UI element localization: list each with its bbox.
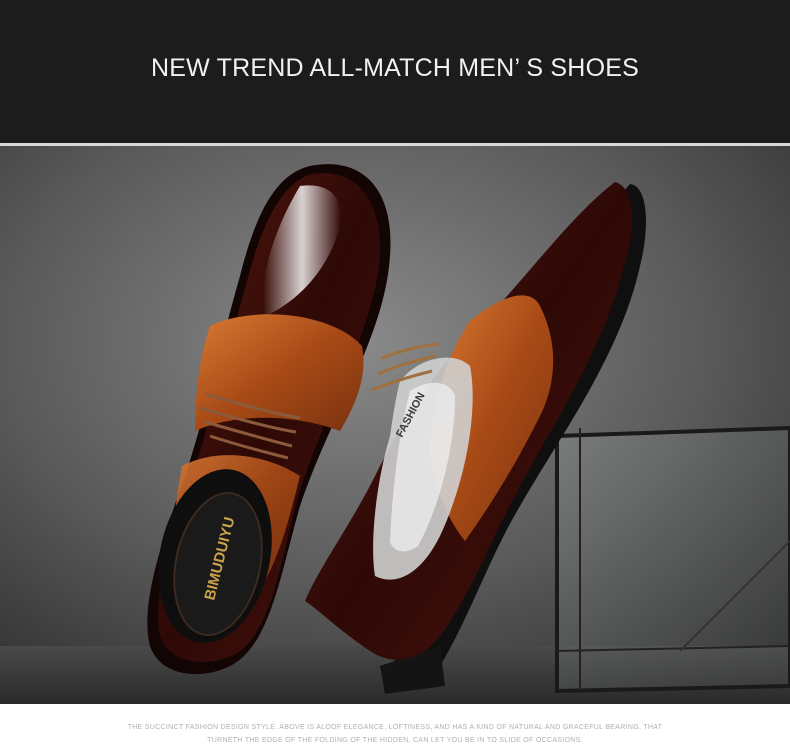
banner-title: NEW TREND ALL-MATCH MEN’ S SHOES xyxy=(151,54,639,82)
product-photo: BIMUDUIYU FASHION xyxy=(0,146,790,704)
caption-line-1: THE SUCCINCT FASHION DESIGN STYLE. ABOVE… xyxy=(127,724,663,731)
glass-cube xyxy=(555,425,790,694)
banner-header: NEW TREND ALL-MATCH MEN’ S SHOES xyxy=(0,0,790,143)
shoes-illustration: BIMUDUIYU FASHION xyxy=(0,146,790,704)
caption-area: THE SUCCINCT FASHION DESIGN STYLE. ABOVE… xyxy=(0,704,790,753)
caption-line-2: TURNETH THE EDGE OF THE FOLDING OF THE H… xyxy=(207,737,583,744)
